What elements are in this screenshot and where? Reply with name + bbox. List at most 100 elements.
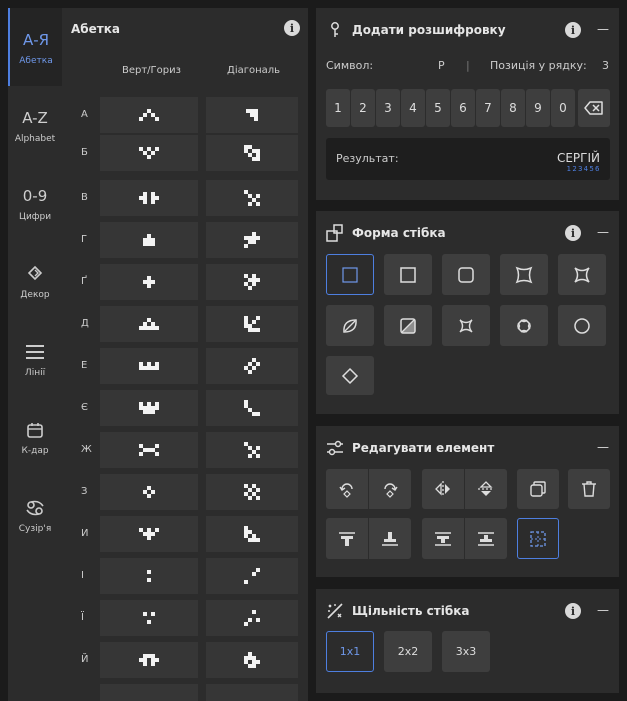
diagonal-pattern-cell[interactable] [206,474,298,510]
shape-rounded-square-button[interactable] [442,254,490,295]
shape-star-button[interactable] [558,254,606,295]
diagonal-pattern-cell[interactable] [206,558,298,594]
shape-diagonal-half-button[interactable] [384,305,432,346]
alphabet-info-icon[interactable]: i [284,20,300,36]
align-top-icon [339,531,355,546]
vertical-pattern-cell[interactable] [100,135,198,171]
key-9[interactable]: 9 [526,89,550,127]
align-bottom-button[interactable] [369,518,411,559]
key-6[interactable]: 6 [451,89,475,127]
column-header-diagonal: Діагональ [227,65,281,76]
row-letter: І [81,570,84,581]
vertical-pattern-cell[interactable] [100,432,198,468]
delete-button[interactable] [568,469,610,509]
key-1[interactable]: 1 [326,89,350,127]
align-left-stack-button[interactable] [422,518,464,559]
flip-horizontal-button[interactable] [422,469,464,509]
vertical-pattern-cell[interactable] [100,474,198,510]
cyrillic-alphabet-icon: А-Я [22,31,50,49]
duplicate-icon [530,481,546,497]
key-2[interactable]: 2 [351,89,375,127]
flower-icon [517,318,531,333]
key-7[interactable]: 7 [476,89,500,127]
diagonal-pattern-cell[interactable] [206,306,298,342]
diagonal-pattern-cell[interactable] [206,516,298,552]
stitch-pattern-icon [139,528,159,540]
vertical-pattern-cell[interactable] [100,516,198,552]
diagonal-pattern-cell[interactable] [206,642,298,678]
backspace-button[interactable] [578,89,610,127]
symbol-value: Р [438,59,445,72]
result-label: Результат: [336,152,399,165]
diagonal-pattern-cell[interactable] [206,222,298,258]
diagonal-pattern-cell[interactable] [206,684,298,701]
stitch-density-collapse-icon[interactable]: — [597,603,609,617]
sidebar-item-alphabet[interactable]: A-Z Alphabet [8,86,62,164]
shape-concave-square-button[interactable] [500,254,548,295]
sidebar-item-abetka[interactable]: А-Я Абетка [8,8,62,86]
vertical-pattern-cell[interactable] [100,306,198,342]
rotate-left-button[interactable] [326,469,368,509]
shape-circle-button[interactable] [558,305,606,346]
vertical-pattern-cell[interactable] [100,600,198,636]
stitch-shape-collapse-icon[interactable]: — [597,225,609,239]
key-0[interactable]: 0 [551,89,575,127]
vertical-pattern-cell[interactable] [100,264,198,300]
sidebar-item-digits[interactable]: 0-9 Цифри [8,164,62,242]
vertical-pattern-cell[interactable] [100,97,198,133]
sidebar-item-zodiac[interactable]: Сузір'я [8,476,62,554]
diagonal-pattern-cell[interactable] [206,432,298,468]
shape-cross-button[interactable] [442,305,490,346]
alphabet-row: І [62,558,308,594]
stitch-pattern-icon [244,442,260,458]
vertical-pattern-cell[interactable] [100,684,198,701]
flip-vertical-button[interactable] [465,469,507,509]
alphabet-row: Ї [62,600,308,636]
shape-square-thin-button[interactable] [326,254,374,295]
sidebar-item-lines[interactable]: Лінії [8,320,62,398]
stitch-pattern-icon [244,274,260,290]
shape-square-button[interactable] [384,254,432,295]
align-right-stack-button[interactable] [465,518,507,559]
density-2x2-button[interactable]: 2x2 [384,631,432,672]
key-8[interactable]: 8 [501,89,525,127]
shape-flower-button[interactable] [500,305,548,346]
key-4[interactable]: 4 [401,89,425,127]
diagonal-pattern-cell[interactable] [206,390,298,426]
flip-vertical-icon [478,481,494,496]
key-5[interactable]: 5 [426,89,450,127]
row-letter: А [81,109,88,120]
vertical-pattern-cell[interactable] [100,180,198,216]
diagonal-pattern-cell[interactable] [206,97,298,133]
vertical-pattern-cell[interactable] [100,390,198,426]
rotate-right-button[interactable] [369,469,411,509]
sidebar-item-calendar[interactable]: К-дар [8,398,62,476]
decode-collapse-icon[interactable]: — [597,22,609,36]
duplicate-button[interactable] [517,469,559,509]
diagonal-half-icon [400,317,416,334]
alphabet-row [62,684,308,701]
stitch-density-info-icon[interactable]: i [565,603,581,619]
align-top-button[interactable] [326,518,368,559]
diagonal-pattern-cell[interactable] [206,348,298,384]
vertical-pattern-cell[interactable] [100,222,198,258]
sidebar-item-decor[interactable]: Декор [8,242,62,320]
key-3[interactable]: 3 [376,89,400,127]
shape-diagonal-leaf-button[interactable] [326,305,374,346]
density-3x3-button[interactable]: 3x3 [442,631,490,672]
shape-diamond-button[interactable] [326,356,374,395]
density-1x1-button[interactable]: 1x1 [326,631,374,672]
diagonal-pattern-cell[interactable] [206,135,298,171]
select-area-button[interactable] [517,518,559,559]
vertical-pattern-cell[interactable] [100,558,198,594]
stitch-pattern-icon [244,400,260,416]
vertical-pattern-cell[interactable] [100,642,198,678]
diagonal-pattern-cell[interactable] [206,600,298,636]
stitch-shape-info-icon[interactable]: i [565,225,581,241]
edit-collapse-icon[interactable]: — [597,440,609,454]
decode-info-icon[interactable]: i [565,22,581,38]
vertical-pattern-cell[interactable] [100,348,198,384]
diagonal-pattern-cell[interactable] [206,264,298,300]
sidebar-item-label: Сузір'я [18,524,52,534]
diagonal-pattern-cell[interactable] [206,180,298,216]
